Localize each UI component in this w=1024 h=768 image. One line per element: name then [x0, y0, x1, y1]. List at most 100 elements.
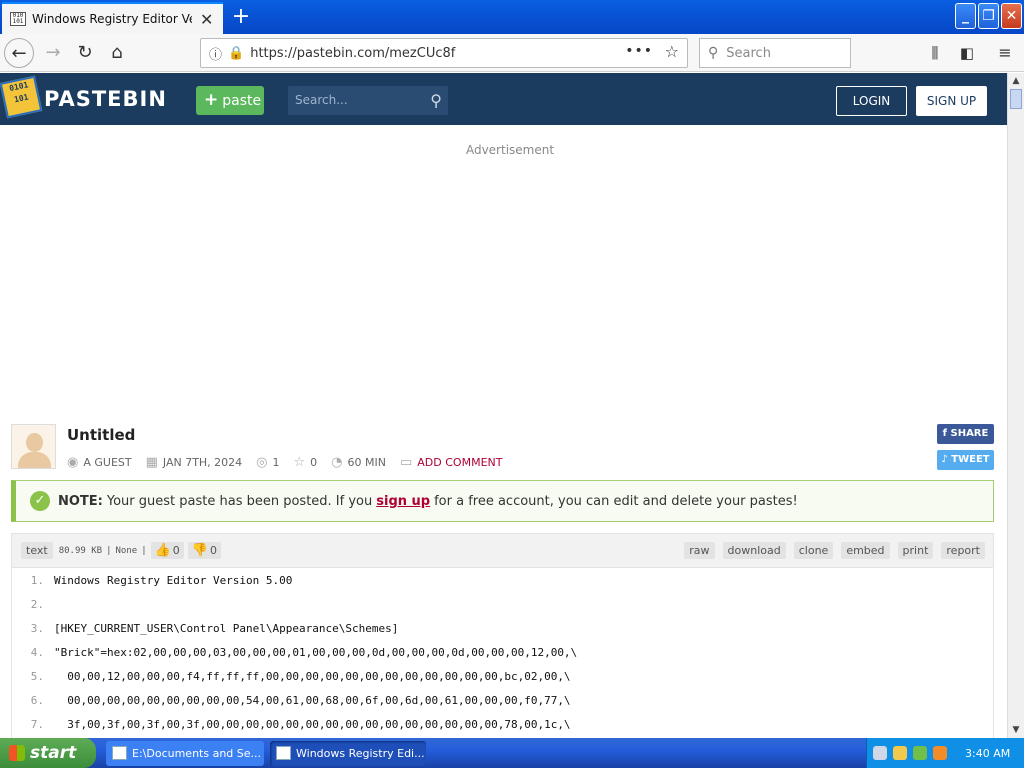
code-line: 7. 3f,00,3f,00,3f,00,3f,00,00,00,00,00,0…	[12, 712, 993, 736]
new-paste-button[interactable]: + paste	[196, 86, 264, 115]
line-text: "Brick"=hex:02,00,00,00,03,00,00,00,01,0…	[54, 645, 578, 659]
star-icon: ☆	[293, 454, 306, 470]
line-number: 4.	[30, 645, 44, 659]
code-view[interactable]: 1. Windows Registry Editor Version 5.00 2…	[11, 568, 994, 738]
reload-button[interactable]: ↻	[70, 38, 100, 68]
notepad-icon	[112, 746, 127, 760]
maximize-button[interactable]: ❐	[978, 3, 999, 29]
line-number: 1.	[30, 573, 44, 587]
eye-icon: ◎	[256, 454, 268, 470]
raw-button[interactable]: raw	[684, 542, 715, 559]
site-search-placeholder: Search...	[295, 93, 348, 107]
paste-button-label: paste	[222, 93, 262, 109]
checkmark-icon: ✓	[30, 491, 50, 511]
site-search-input[interactable]: Search... ⚲	[288, 86, 448, 115]
timer-icon: ◔	[331, 454, 343, 470]
address-bar[interactable]: ⓘ 🔒 https://pastebin.com/mezCUc8f ••• ☆	[200, 38, 688, 68]
clone-button[interactable]: clone	[793, 542, 834, 559]
line-text: 3f,00,3f,00,3f,00,3f,00,00,00,00,00,00,0…	[54, 717, 571, 731]
scroll-up-icon[interactable]: ▲	[1008, 73, 1024, 89]
search-icon[interactable]: ⚲	[430, 86, 442, 115]
plus-icon: +	[204, 90, 219, 110]
twitter-icon: ♪	[941, 454, 952, 465]
search-tray-icon[interactable]	[933, 746, 947, 760]
facebook-share-button[interactable]: f SHARE	[937, 424, 994, 444]
tab-close-icon[interactable]: ✕	[200, 10, 213, 29]
line-number: 3.	[30, 621, 44, 635]
windows-logo-icon	[9, 745, 25, 761]
taskbar-item-label: Windows Registry Edi...	[296, 747, 425, 760]
info-icon[interactable]: ⓘ	[209, 44, 222, 63]
line-number: 7.	[30, 717, 44, 731]
report-button[interactable]: report	[941, 542, 985, 559]
paste-stars: 0	[310, 455, 318, 469]
clock[interactable]: 3:40 AM	[965, 747, 1010, 760]
paste-title: Untitled	[67, 426, 136, 444]
network-icon[interactable]	[913, 746, 927, 760]
site-brand[interactable]: PASTEBIN	[44, 87, 167, 111]
embed-button[interactable]: embed	[841, 542, 890, 559]
new-tab-button[interactable]: +	[230, 4, 252, 29]
separator: |	[106, 545, 112, 556]
sidebar-icon[interactable]: ◧	[952, 38, 982, 68]
calendar-icon: ▦	[145, 454, 158, 470]
pastebin-logo[interactable]: 0101 101	[0, 75, 43, 119]
browser-tab[interactable]: 010 101 Windows Registry Editor Version …	[2, 2, 223, 34]
print-button[interactable]: print	[897, 542, 934, 559]
back-button[interactable]: ←	[4, 38, 34, 68]
taskbar-item-firefox[interactable]: Windows Registry Edi...	[270, 741, 426, 766]
browser-search-box[interactable]: ⚲ Search	[699, 38, 851, 68]
taskbar-item-notepad[interactable]: E:\Documents and Se...	[106, 741, 264, 766]
code-line: 5. 00,00,12,00,00,00,f4,ff,ff,ff,00,00,0…	[12, 664, 993, 688]
tweet-button[interactable]: ♪ TWEET	[937, 450, 994, 470]
syntax-tag[interactable]: text	[21, 542, 53, 559]
hamburger-menu-icon[interactable]: ≡	[990, 38, 1020, 68]
login-button[interactable]: LOGIN	[836, 86, 907, 116]
like-button[interactable]: 👍 0	[150, 542, 184, 559]
system-tray: 3:40 AM	[866, 738, 1024, 768]
home-button[interactable]: ⌂	[102, 38, 132, 68]
start-label: start	[30, 743, 77, 763]
forward-button[interactable]: →	[38, 38, 68, 68]
tab-title: Windows Registry Editor Version 5	[32, 12, 192, 26]
facebook-icon: f	[942, 428, 951, 439]
paste-author[interactable]: A GUEST	[83, 456, 131, 469]
paste-size: 80.99 KB	[58, 545, 103, 556]
like-count: 0	[172, 544, 180, 557]
paste-category: None	[115, 545, 138, 556]
start-button[interactable]: start	[0, 738, 96, 768]
download-button[interactable]: download	[722, 542, 786, 559]
notice-text-before: Your guest paste has been posted. If you	[106, 493, 373, 509]
code-line: 4. "Brick"=hex:02,00,00,00,03,00,00,00,01…	[12, 640, 993, 664]
close-window-button[interactable]: ✕	[1001, 3, 1022, 29]
signup-link[interactable]: sign up	[376, 494, 430, 509]
taskbar-item-label: E:\Documents and Se...	[132, 747, 262, 760]
scroll-thumb[interactable]	[1010, 89, 1022, 109]
page-scrollbar[interactable]: ▲ ▼	[1007, 73, 1024, 738]
url-text[interactable]: https://pastebin.com/mezCUc8f	[250, 46, 455, 61]
keyboard-icon[interactable]	[873, 746, 887, 760]
dislike-count: 0	[209, 544, 217, 557]
library-icon[interactable]: ⫼	[920, 38, 950, 68]
notice-label: NOTE:	[58, 493, 103, 509]
line-text: [HKEY_CURRENT_USER\Control Panel\Appeara…	[54, 621, 399, 635]
search-icon: ⚲	[708, 45, 719, 61]
line-text: Windows Registry Editor Version 5.00	[54, 573, 293, 587]
lock-icon[interactable]: 🔒	[228, 46, 244, 61]
paste-tools: raw download clone embed print report	[676, 542, 985, 559]
scroll-down-icon[interactable]: ▼	[1008, 722, 1024, 738]
paste-date: JAN 7TH, 2024	[162, 455, 243, 469]
line-text: 00,00,00,00,00,00,00,00,00,54,00,61,00,6…	[54, 693, 571, 707]
tweet-label: TWEET	[951, 454, 990, 465]
comment-icon: ▭	[399, 454, 413, 470]
minimize-button[interactable]: _	[955, 3, 976, 29]
page-actions-icon[interactable]: •••	[625, 43, 653, 59]
windows-taskbar: start E:\Documents and Se... Windows Reg…	[0, 738, 1024, 768]
signup-button[interactable]: SIGN UP	[916, 86, 987, 116]
thumbs-up-icon: 👍	[154, 543, 171, 558]
dislike-button[interactable]: 👎 0	[187, 542, 221, 559]
security-shield-icon[interactable]	[893, 746, 907, 760]
line-number: 6.	[30, 693, 44, 707]
bookmark-star-icon[interactable]: ☆	[665, 42, 679, 61]
add-comment-link[interactable]: ADD COMMENT	[417, 456, 502, 469]
